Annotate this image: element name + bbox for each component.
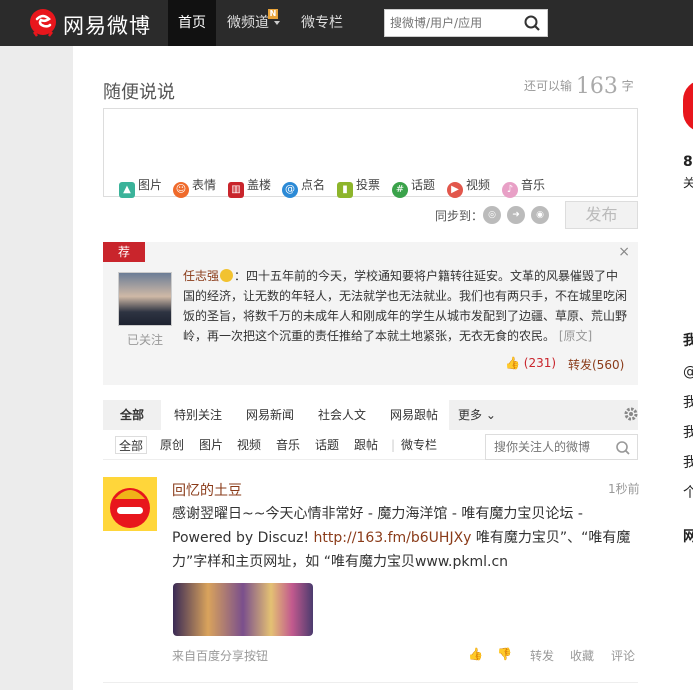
top-nav-bar: 网易微博 首页 微频道 N 微专栏 — [0, 0, 693, 46]
nav-column[interactable]: 微专栏 — [296, 0, 348, 46]
tab-more[interactable]: 更多 ⌄ — [453, 400, 501, 430]
tab-netease-news[interactable]: 网易新闻 — [233, 400, 305, 430]
building-icon: ▥ — [228, 182, 244, 198]
avatar[interactable] — [103, 477, 157, 531]
divider — [103, 682, 638, 683]
main-column: 随便说说 还可以输 163 字 ▲ 图片 ☺ 表情 ▥ 盖楼 @ 点名 ▮ 投票 # 话题 … — [73, 46, 669, 690]
video-icon: ▶ — [447, 182, 463, 198]
feed-link[interactable]: http://163.fm/b6UHJXy — [314, 530, 472, 546]
filter-box — [485, 434, 638, 460]
new-badge: N — [268, 9, 278, 19]
author-name[interactable]: 任志强 — [183, 269, 219, 283]
avatar[interactable] — [118, 272, 172, 326]
tool-building[interactable]: ▥ 盖楼 — [228, 176, 271, 198]
avatar[interactable] — [683, 80, 693, 132]
hashtag-icon: # — [392, 182, 408, 198]
image-icon: ▲ — [119, 182, 135, 198]
thumb-up-icon: 👍 — [505, 356, 520, 370]
tool-image[interactable]: ▲ 图片 — [119, 176, 162, 198]
search-icon[interactable] — [615, 440, 631, 456]
feed-tabs: 全部 特别关注 网易新闻 社会人文 网易跟帖 更多 ⌄ — [103, 400, 638, 430]
char-counter: 还可以输 163 字 — [524, 74, 634, 99]
follow-state[interactable]: 已关注 — [118, 331, 172, 348]
original-link[interactable]: [原文] — [559, 329, 592, 343]
recommend-tag: 荐 — [103, 242, 145, 262]
verified-badge-icon — [220, 269, 234, 282]
tool-music[interactable]: ♪ 音乐 — [502, 176, 545, 198]
char-count: 163 — [575, 74, 618, 99]
at-icon: @ — [282, 182, 298, 198]
gear-icon[interactable] — [624, 407, 638, 421]
tab-special[interactable]: 特别关注 — [161, 400, 233, 430]
feed-timestamp[interactable]: 1秒前 — [608, 480, 640, 497]
compose-textarea[interactable]: ▲ 图片 ☺ 表情 ▥ 盖楼 @ 点名 ▮ 投票 # 话题 ▶ 视频 ♪ 音乐 — [103, 108, 638, 198]
post-button[interactable]: 发布 — [565, 201, 638, 229]
tool-topic[interactable]: # 话题 — [392, 176, 435, 198]
feed-post-text: 感谢翌曜日~~今天心情非常好 - 魔力海洋馆 - 唯有魔力宝贝论坛 - Powe… — [172, 506, 631, 570]
forward-button[interactable]: 转发(560) — [568, 356, 624, 373]
chevron-down-icon: ⌄ — [485, 408, 496, 422]
tool-mention[interactable]: @ 点名 — [282, 176, 325, 198]
sync-label: 同步到： — [435, 209, 484, 223]
sync-weibo-icon[interactable]: ◎ — [483, 206, 501, 224]
subtab-original[interactable]: 原创 — [160, 436, 184, 454]
vote-icon: ▮ — [337, 182, 353, 198]
subtab-comments[interactable]: 跟帖 — [354, 436, 378, 454]
compose-title: 随便说说 — [103, 82, 175, 103]
forward-button[interactable]: 转发 — [530, 647, 554, 664]
search-icon[interactable] — [517, 10, 547, 36]
sync-share-icon[interactable]: ➜ — [507, 206, 525, 224]
subtab-music[interactable]: 音乐 — [276, 436, 300, 454]
netease-logo-icon[interactable] — [28, 8, 58, 38]
comment-button[interactable]: 评论 — [611, 647, 635, 664]
tool-video[interactable]: ▶ 视频 — [447, 176, 490, 198]
like-icon[interactable]: 👍 — [468, 647, 483, 661]
logo-text[interactable]: 网易微博 — [63, 10, 151, 40]
tool-vote[interactable]: ▮ 投票 — [337, 176, 380, 198]
favorite-button[interactable]: 收藏 — [570, 647, 594, 664]
feed-subtabs: 全部 原创 图片 视频 音乐 话题 跟帖 | 微专栏 — [103, 430, 638, 460]
recommended-post-text: 任志强 ：四十五年前的今天，学校通知要将户籍转往延安。文革的风暴催毁了中国的经济，… — [183, 269, 628, 343]
tab-all[interactable]: 全部 — [103, 400, 161, 430]
feed-source[interactable]: 来自百度分享按钮 — [172, 647, 268, 664]
sync-other-icon[interactable]: ◉ — [531, 206, 549, 224]
subtab-all[interactable]: 全部 — [115, 436, 148, 454]
subtab-column[interactable]: 微专栏 — [401, 436, 437, 454]
like-button[interactable]: 👍 (231) — [505, 356, 556, 370]
feed-image-thumbnail[interactable] — [173, 583, 313, 636]
tab-comments[interactable]: 网易跟帖 — [377, 400, 449, 430]
right-sidebar: 8 关 我 @ 我 我 我 个 网 — [669, 46, 693, 690]
feed-author-name[interactable]: 回忆的土豆 — [172, 480, 242, 500]
emoji-icon: ☺ — [173, 182, 189, 198]
nav-home[interactable]: 首页 — [168, 0, 216, 46]
tab-social[interactable]: 社会人文 — [305, 400, 377, 430]
search-input[interactable] — [385, 10, 517, 36]
dislike-icon[interactable]: 👎 — [497, 647, 512, 661]
close-icon[interactable]: × — [618, 244, 630, 260]
subtab-image[interactable]: 图片 — [199, 436, 223, 454]
filter-input[interactable] — [486, 435, 611, 459]
chevron-down-icon — [274, 21, 280, 25]
subtab-divider: | — [391, 438, 396, 452]
subtab-topic[interactable]: 话题 — [315, 436, 339, 454]
recommended-card: 荐 × 已关注 任志强 ：四十五年前的今天，学校通知要将户籍转往延安。文革的风暴催… — [103, 242, 638, 385]
tool-emoji[interactable]: ☺ 表情 — [173, 176, 216, 198]
music-icon: ♪ — [502, 182, 518, 198]
subtab-video[interactable]: 视频 — [237, 436, 261, 454]
search-box — [384, 9, 548, 37]
